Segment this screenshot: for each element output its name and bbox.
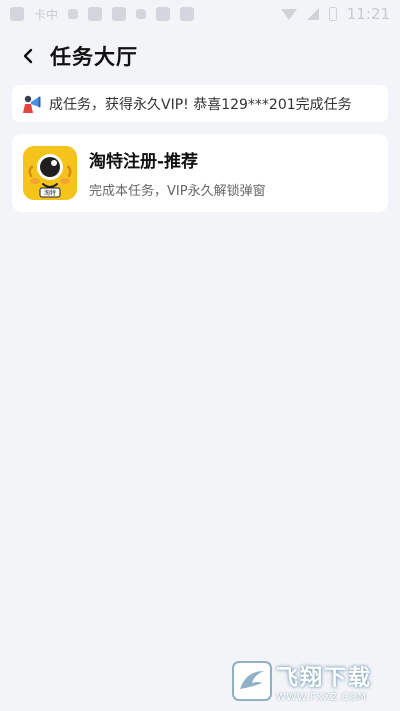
back-button[interactable] bbox=[8, 36, 48, 76]
task-info: 淘特注册-推荐 完成本任务，VIP永久解锁弹窗 bbox=[89, 147, 266, 199]
notice-marquee: 成任务，获得永久VIP! 恭喜129***201完成任务 bbox=[12, 85, 388, 122]
megaphone-person-icon bbox=[23, 95, 41, 113]
wifi-icon bbox=[280, 8, 297, 20]
status-right: 11:21 bbox=[280, 5, 390, 23]
task-description: 完成本任务，VIP永久解锁弹窗 bbox=[89, 184, 266, 199]
watermark-name: 飞翔下载 bbox=[276, 665, 373, 691]
status-left: 卡中 bbox=[10, 6, 195, 23]
carrier-label: 卡中 bbox=[34, 7, 59, 22]
watermark-text: 飞翔下载 WWW.FXXZ.COM bbox=[276, 660, 372, 703]
fxxz-logo-icon bbox=[232, 661, 272, 701]
clock: 11:21 bbox=[346, 5, 390, 23]
notification-icon bbox=[156, 7, 171, 21]
task-card[interactable]: 淘特 淘特注册-推荐 完成本任务，VIP永久解锁弹窗 bbox=[12, 134, 388, 212]
header: 任务大厅 bbox=[0, 36, 400, 76]
battery-icon bbox=[328, 7, 337, 21]
watermark: 飞翔下载 WWW.FXXZ.COM bbox=[232, 659, 390, 703]
notice-text: 成任务，获得永久VIP! 恭喜129***201完成任务 bbox=[49, 96, 352, 113]
notification-icon bbox=[136, 9, 147, 19]
signal-icon bbox=[306, 8, 319, 20]
notification-icon bbox=[88, 7, 103, 21]
notification-icon bbox=[68, 9, 79, 19]
notification-icon bbox=[112, 7, 127, 21]
status-bar: 卡中 11:21 bbox=[0, 0, 400, 28]
taote-app-icon: 淘特 bbox=[23, 146, 77, 200]
page-title: 任务大厅 bbox=[50, 45, 138, 69]
watermark-url: WWW.FXXZ.COM bbox=[276, 691, 367, 703]
notification-icon bbox=[10, 7, 24, 21]
svg-text:淘特: 淘特 bbox=[44, 189, 56, 197]
chevron-left-icon bbox=[23, 48, 33, 64]
task-title: 淘特注册-推荐 bbox=[89, 152, 199, 172]
notification-icon bbox=[180, 7, 195, 21]
